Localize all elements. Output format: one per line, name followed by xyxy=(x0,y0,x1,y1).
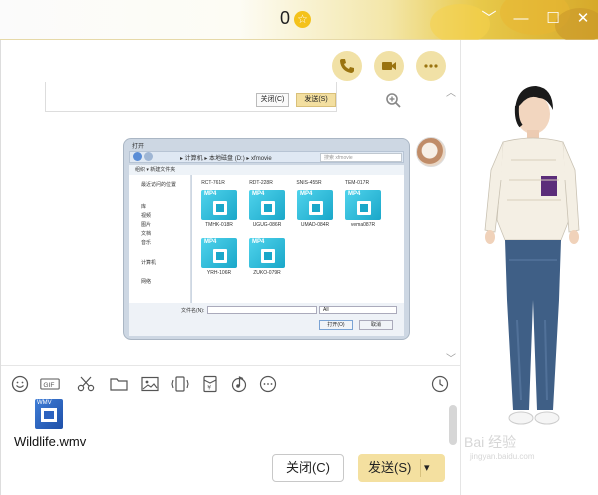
gif-label: GIF xyxy=(43,382,54,389)
dialog-cancel-button: 取消 xyxy=(359,320,393,330)
image-icon[interactable] xyxy=(140,374,160,394)
send-divider xyxy=(420,459,421,477)
file-type-tag: WMV xyxy=(37,400,52,406)
mp4-file-icon: MP4 xyxy=(201,190,237,220)
attachment-file-name[interactable]: Wildlife.wmv xyxy=(14,434,86,449)
file-type-select: All xyxy=(319,306,397,314)
nav-item: 网络 xyxy=(141,279,152,285)
phone-icon xyxy=(340,59,354,73)
avatar-figure-image xyxy=(484,86,580,425)
more-options-button[interactable] xyxy=(416,51,446,81)
send-button[interactable]: 发送(S) ▾ xyxy=(358,454,445,482)
dialog-toolbar-text: 组织 ▾ 新建文件夹 xyxy=(135,167,176,173)
scissors-icon[interactable] xyxy=(76,374,96,394)
scroll-down-arrow-icon[interactable]: ﹀ xyxy=(446,350,456,365)
red-packet-icon[interactable]: ¥ xyxy=(200,374,220,394)
preview-close-button: 关闭(C) xyxy=(256,93,289,107)
mp4-file-icon: MP4 xyxy=(297,190,333,220)
points-count: 0 xyxy=(280,8,291,28)
dialog-open-button: 打开(O) xyxy=(319,320,353,330)
music-icon[interactable] xyxy=(229,374,249,394)
sender-avatar[interactable] xyxy=(416,137,446,167)
gif-icon[interactable]: GIF xyxy=(40,374,64,394)
history-icon[interactable] xyxy=(430,374,450,394)
nav-item: 音乐 xyxy=(141,240,152,246)
file-label: YRH-106R xyxy=(206,270,232,276)
input-toolbar: GIF ¥ xyxy=(1,365,461,403)
collapse-button[interactable]: ﹀ xyxy=(480,10,498,28)
preview-send-button: 发送(S) xyxy=(296,93,336,107)
dialog-caption: 打开 xyxy=(132,144,145,150)
file-label: TEM-017R xyxy=(344,180,370,186)
address-bar: ▸ 计算机 ▸ 本地磁盘 (D:) ▸ xfmovie 搜索 xfmovie xyxy=(129,151,404,163)
show-avatar-panel xyxy=(460,40,598,495)
scroll-up-arrow-icon[interactable]: ︿ xyxy=(446,84,456,99)
dialog-bottom-bar: 文件名(N): All 打开(O) 取消 xyxy=(129,303,404,336)
chat-panel: ︿ 关闭(C) 发送(S) 打开 ▸ 计算机 ▸ 本地磁盘 (D:) ▸ xfm… xyxy=(0,40,461,495)
address-path: ▸ 计算机 ▸ 本地磁盘 (D:) ▸ xfmovie xyxy=(180,156,272,162)
file-label: ZUKO-079R xyxy=(253,270,281,276)
nav-item: 视频 xyxy=(141,213,152,219)
more-icon[interactable] xyxy=(258,374,278,394)
watermark-text: Bai 经验 xyxy=(464,434,517,450)
close-button[interactable]: 关闭(C) xyxy=(272,454,344,482)
nav-item: 最近访问的位置 xyxy=(141,182,177,188)
video-camera-icon xyxy=(382,62,396,70)
file-label: TMHK-018R xyxy=(205,222,233,228)
file-label: RDT-228R xyxy=(249,180,273,186)
nav-item: 图片 xyxy=(141,222,152,228)
send-button-label: 发送(S) xyxy=(368,460,412,475)
folder-icon[interactable] xyxy=(109,374,129,394)
dialog-nav-pane: 最近访问的位置 库 视频 图片 文档 音乐 计算机 网络 xyxy=(129,175,191,303)
previous-message-box: 关闭(C) 发送(S) xyxy=(45,82,337,112)
file-label: SNIS-455R xyxy=(296,180,322,186)
nav-item: 文档 xyxy=(141,231,152,237)
title-bar: 0 ☆ ﹀ — ☐ ✕ xyxy=(0,0,598,44)
input-scrollbar[interactable] xyxy=(449,405,457,445)
dialog-file-list: RCT-761R RDT-228R SNIS-455R TEM-017R MP4… xyxy=(192,175,404,303)
mp4-file-icon: MP4 xyxy=(201,238,237,268)
dialog-toolbar: 组织 ▾ 新建文件夹 xyxy=(129,165,404,175)
send-options-dropdown-icon[interactable]: ▾ xyxy=(424,454,430,482)
video-file-icon[interactable]: WMV xyxy=(35,399,63,429)
close-window-button[interactable]: ✕ xyxy=(574,10,592,28)
video-call-button[interactable] xyxy=(374,51,404,81)
file-label: vema087R xyxy=(350,222,376,228)
mp4-file-icon: MP4 xyxy=(249,238,285,268)
maximize-button[interactable]: ☐ xyxy=(544,10,562,28)
svg-text:¥: ¥ xyxy=(207,385,211,392)
watermark-url: jingyan.baidu.com xyxy=(470,452,535,461)
voice-call-button[interactable] xyxy=(332,51,362,81)
file-label: UGUG-086R xyxy=(252,222,282,228)
mp4-file-icon: MP4 xyxy=(249,190,285,220)
mp4-file-icon: MP4 xyxy=(345,190,381,220)
filename-input xyxy=(207,306,317,314)
back-icon xyxy=(133,152,142,161)
search-box: 搜索 xfmovie xyxy=(320,153,402,162)
zoom-in-icon[interactable] xyxy=(385,92,401,108)
filename-label: 文件名(N): xyxy=(181,308,205,314)
file-label: RCT-761R xyxy=(201,180,225,186)
nav-item: 计算机 xyxy=(141,260,157,266)
minimize-button[interactable]: — xyxy=(512,10,530,28)
screenshot-message[interactable]: 打开 ▸ 计算机 ▸ 本地磁盘 (D:) ▸ xfmovie 搜索 xfmovi… xyxy=(123,138,410,340)
shake-window-icon[interactable] xyxy=(170,374,190,394)
star-icon: ☆ xyxy=(294,11,311,28)
emoji-icon[interactable] xyxy=(10,374,30,394)
forward-icon xyxy=(144,152,153,161)
file-label: UMAD-084R xyxy=(300,222,330,228)
nav-item: 库 xyxy=(141,204,147,210)
more-dots-icon xyxy=(424,64,438,68)
